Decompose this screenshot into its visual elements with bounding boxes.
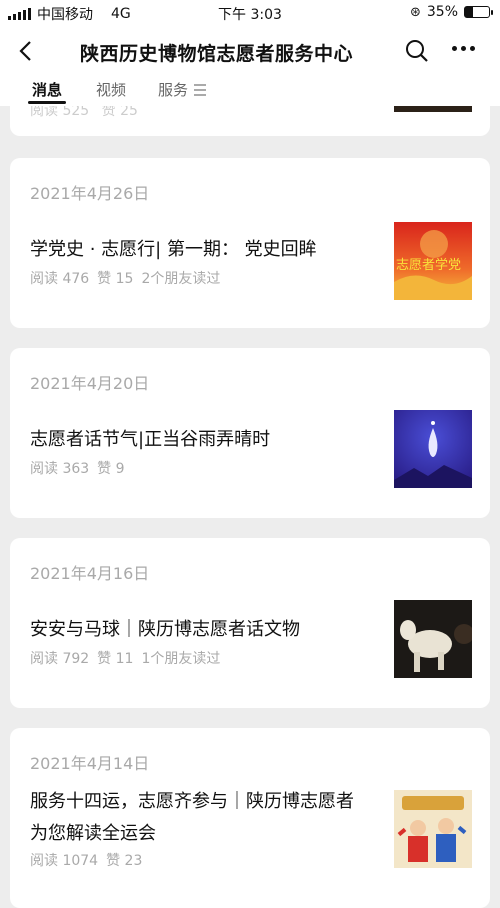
polo-horse-thumbnail (394, 600, 472, 678)
article-meta: 阅读 363 赞 9 (30, 458, 141, 478)
read-count: 阅读 1074 (30, 853, 99, 869)
battery-fill (465, 7, 474, 17)
article-meta: 阅读 792 赞 11 1个朋友读过 (30, 648, 228, 668)
article-date: 2021年4月20日 (30, 374, 150, 393)
article-meta: 阅读 1074 赞 23 (30, 850, 158, 870)
article-thumbnail (394, 106, 472, 112)
nav-bar: 陕西历史博物馆志愿者服务中心 (0, 26, 500, 78)
national-games-thumbnail (394, 790, 472, 868)
article-title[interactable]: 安安与马球｜陕历博志愿者话文物 (30, 614, 370, 646)
article-card[interactable]: 2021年4月26日 学党史 · 志愿行| 第一期： 党史回眸 阅读 476 赞 … (10, 158, 490, 328)
read-count: 阅读 525 (30, 106, 90, 119)
thumbnail-caption: 志愿者学党 (396, 257, 461, 273)
like-count: 赞 15 (97, 271, 134, 287)
party-history-thumbnail: 志愿者学党 (394, 222, 472, 300)
article-thumbnail (394, 600, 472, 678)
search-button[interactable] (404, 38, 430, 64)
tab-videos[interactable]: 视频 (96, 79, 126, 100)
like-count: 赞 11 (97, 651, 134, 667)
article-title[interactable]: 志愿者话节气|正当谷雨弄晴时 (30, 424, 370, 456)
status-bar: 中国移动 4G 下午 3:03 ⊛ 35% (0, 0, 500, 26)
tab-bar: 消息 视频 服务 (0, 78, 500, 106)
article-title[interactable]: 学党史 · 志愿行| 第一期： 党史回眸 (30, 234, 370, 266)
previous-article-stats: 阅读 525 赞 25 (30, 106, 138, 120)
article-card[interactable]: 2021年4月16日 安安与马球｜陕历博志愿者话文物 阅读 792 赞 11 1个朋… (10, 538, 490, 708)
battery-icon (464, 6, 493, 18)
article-card[interactable]: 2021年4月20日 志愿者话节气|正当谷雨弄晴时 阅读 363 赞 9 (10, 348, 490, 518)
article-thumbnail (394, 790, 472, 868)
page-title: 陕西历史博物馆志愿者服务中心 (80, 43, 354, 65)
article-date: 2021年4月14日 (30, 754, 150, 773)
read-count: 阅读 476 (30, 271, 90, 287)
read-count: 阅读 363 (30, 461, 90, 477)
friends-read: 1个朋友读过 (141, 651, 221, 667)
orientation-lock-icon: ⊛ (409, 4, 421, 20)
previous-article-card[interactable]: 阅读 525 赞 25 (10, 106, 490, 136)
article-date: 2021年4月16日 (30, 564, 150, 583)
status-right: ⊛ 35% (409, 4, 493, 20)
article-card[interactable]: 2021年4月14日 服务十四运，志愿齐参与｜陕历博志愿者为您解读全运会 阅读 … (10, 728, 490, 908)
tab-services[interactable]: 服务 (158, 79, 188, 100)
tab-messages[interactable]: 消息 (32, 79, 62, 100)
search-icon (406, 40, 428, 62)
article-date: 2021年4月26日 (30, 184, 150, 203)
grain-rain-thumbnail (394, 410, 472, 488)
battery-percent: 35% (426, 4, 458, 20)
article-meta: 阅读 476 赞 15 2个朋友读过 (30, 268, 228, 288)
article-title[interactable]: 服务十四运，志愿齐参与｜陕历博志愿者为您解读全运会 (30, 786, 370, 850)
read-count: 阅读 792 (30, 651, 90, 667)
like-count: 赞 23 (106, 853, 143, 869)
article-thumbnail: 志愿者学党 (394, 222, 472, 300)
active-tab-indicator (28, 101, 66, 104)
ellipsis-icon (452, 46, 457, 51)
back-button[interactable] (14, 38, 40, 64)
friends-read: 2个朋友读过 (141, 271, 221, 287)
menu-icon (194, 84, 206, 99)
more-button[interactable] (452, 46, 475, 51)
article-thumbnail (394, 410, 472, 488)
like-count: 赞 9 (97, 461, 125, 477)
chevron-left-icon (19, 41, 31, 61)
like-count: 赞 25 (101, 106, 138, 119)
